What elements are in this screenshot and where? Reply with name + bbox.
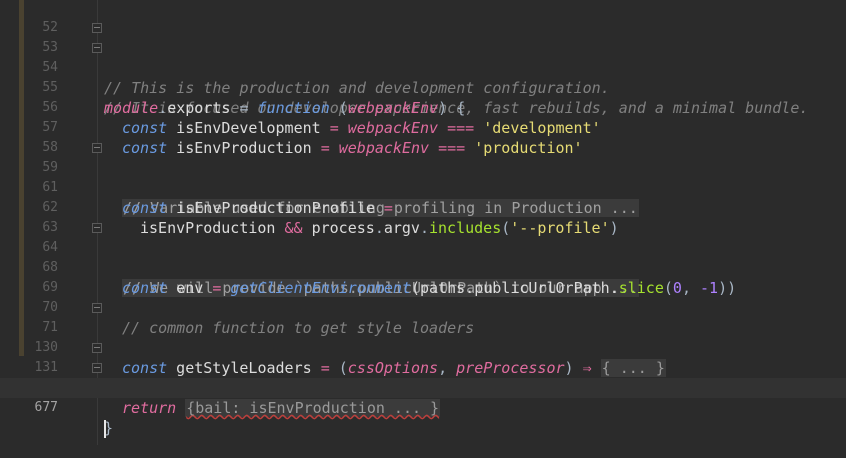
- code-line: 64 // We will provide `paths.publicUrlOr…: [0, 218, 846, 297]
- current-line[interactable]: 677: [0, 378, 846, 438]
- text-caret: [104, 419, 106, 438]
- code-line: 62 isEnvProduction && process.argv.inclu…: [0, 178, 846, 237]
- code-line: 61 const isEnvProductionProfile =: [0, 158, 846, 217]
- fold-icon[interactable]: [92, 223, 102, 233]
- code-line: 59 // Variable used for enabling profili…: [0, 138, 846, 217]
- fold-icon[interactable]: [92, 303, 102, 313]
- code-line: 57 const isEnvProduction = webpackEnv ==…: [0, 98, 846, 157]
- code-line: 54 // It is focused on developer experie…: [0, 38, 846, 117]
- code-line: 55 module.exports = function (webpackEnv…: [0, 58, 846, 117]
- code-line: 71 const getStyleLoaders = (cssOptions, …: [0, 298, 846, 377]
- keyword-return: return: [122, 399, 177, 417]
- folded-block[interactable]: {bail: isEnvProduction ... }: [185, 399, 441, 417]
- code-line: 69: [0, 258, 846, 295]
- code-line: 52: [0, 0, 846, 35]
- fold-icon[interactable]: [92, 363, 102, 373]
- fold-icon[interactable]: [92, 343, 102, 353]
- code-line: 53 // This is the production and develop…: [0, 18, 846, 97]
- code-line: 131 return {bail: isEnvProduction ... }: [0, 338, 846, 417]
- code-editor[interactable]: 52 53 // This is the production and deve…: [0, 0, 846, 445]
- code-line: 58: [0, 118, 846, 155]
- code-line: 63: [0, 198, 846, 235]
- fold-icon[interactable]: [92, 43, 102, 53]
- code-line: 676 }: [0, 358, 846, 437]
- fold-icon[interactable]: [92, 23, 102, 33]
- code-line: 68 const env = getClientEnvironment(path…: [0, 238, 846, 297]
- code-line: 130: [0, 318, 846, 355]
- line-number: 677: [34, 400, 58, 415]
- code-line: 56 const isEnvDevelopment = webpackEnv =…: [0, 78, 846, 137]
- fold-icon[interactable]: [92, 143, 102, 153]
- code-line: 70 // common function to get style loade…: [0, 278, 846, 337]
